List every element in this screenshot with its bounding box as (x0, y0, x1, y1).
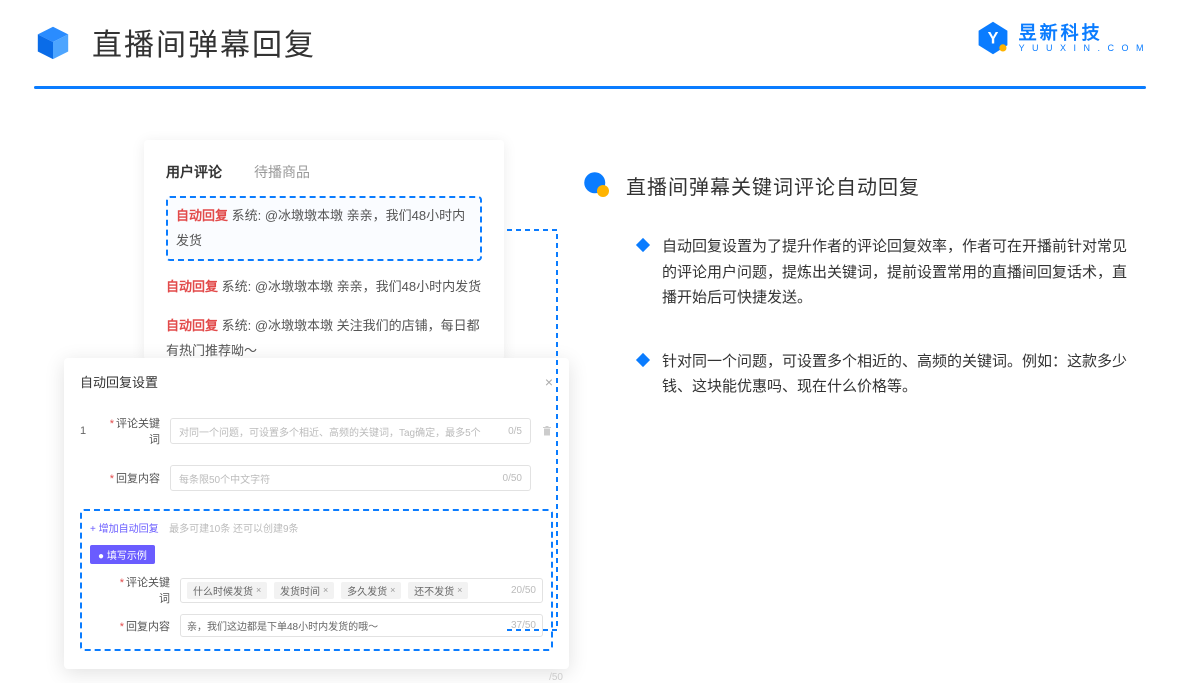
bullet-text-1: 自动回复设置为了提升作者的评论回复效率，作者可在开播前针对常见的评论用户问题，提… (662, 234, 1132, 311)
example-block: + 增加自动回复 最多可建10条 还可以创建9条 ● 填写示例 *评论关键词 什… (80, 509, 553, 651)
auto-reply-comment-highlighted: 自动回复 系统: @冰墩墩本墩 亲亲，我们48小时内发货 (166, 196, 482, 261)
auto-reply-comment: 自动回复 系统: @冰墩墩本墩 亲亲，我们48小时内发货 (166, 275, 482, 300)
row-index: 1 (80, 425, 94, 437)
example-reply-value: 亲，我们这边都是下单48小时内发货的哦～ (187, 618, 378, 633)
auto-reply-tag: 自动回复 (176, 208, 228, 223)
bullet-diamond-icon (636, 352, 650, 366)
brand-logo: Y 昱新科技 Y U U X I N . C O M (975, 20, 1146, 56)
logo-mark-icon: Y (975, 20, 1011, 56)
cube-icon (34, 23, 72, 61)
tab-user-comments[interactable]: 用户评论 (166, 162, 222, 182)
auto-reply-tag: 自动回复 (166, 318, 218, 333)
keyword-label: *评论关键词 (104, 415, 160, 447)
reply-label: *回复内容 (104, 470, 160, 486)
page-title: 直播间弹幕回复 (92, 20, 316, 64)
chat-bubble-icon (582, 170, 612, 200)
bullet-text-2: 针对同一个问题，可设置多个相近的、高频的关键词。例如：这款多少钱、这块能优惠吗、… (662, 349, 1132, 400)
panel-bottom-counter: /50 (549, 672, 563, 683)
dialog-title: 自动回复设置 (80, 372, 158, 391)
auto-reply-tag: 自动回复 (166, 279, 218, 294)
auto-reply-comment: 自动回复 系统: @冰墩墩本墩 关注我们的店铺，每日都有热门推荐呦～ (166, 314, 482, 363)
tab-pending-goods[interactable]: 待播商品 (254, 162, 310, 182)
reply-input[interactable]: 每条限50个中文字符 0/50 (170, 465, 531, 491)
keyword-input[interactable]: 对同一个问题，可设置多个相近、高频的关键词，Tag确定，最多5个 0/5 (170, 418, 531, 444)
example-reply-label: *回复内容 (114, 618, 170, 634)
logo-text-cn: 昱新科技 (1019, 24, 1146, 42)
comment-text: 系统: @冰墩墩本墩 亲亲，我们48小时内发货 (218, 279, 481, 294)
reply-placeholder: 每条限50个中文字符 (179, 471, 270, 486)
example-keyword-box: 什么时候发货 发货时间 多久发货 还不发货 20/50 (180, 578, 543, 603)
section-title: 直播间弹幕关键词评论自动回复 (626, 171, 920, 200)
keyword-tag[interactable]: 发货时间 (274, 582, 334, 599)
logo-text-en: Y U U X I N . C O M (1019, 44, 1146, 53)
auto-reply-settings-dialog: 自动回复设置 × 1 *评论关键词 对同一个问题，可设置多个相近、高频的关键词，… (64, 358, 569, 669)
svg-text:Y: Y (987, 29, 998, 47)
keyword-tag[interactable]: 还不发货 (408, 582, 468, 599)
header-divider (34, 86, 1146, 89)
keyword-placeholder: 对同一个问题，可设置多个相近、高频的关键词，Tag确定，最多5个 (179, 424, 481, 439)
keyword-tag[interactable]: 什么时候发货 (187, 582, 267, 599)
example-keyword-label: *评论关键词 (114, 574, 170, 606)
keyword-tag[interactable]: 多久发货 (341, 582, 401, 599)
add-limit-note: 最多可建10条 还可以创建9条 (169, 524, 298, 535)
connector-line (507, 210, 567, 650)
user-comments-panel: 用户评论 待播商品 自动回复 系统: @冰墩墩本墩 亲亲，我们48小时内发货 自… (144, 140, 504, 360)
example-pill: ● 填写示例 (90, 545, 155, 564)
add-auto-reply-link[interactable]: + 增加自动回复 (90, 524, 159, 535)
bullet-diamond-icon (636, 238, 650, 252)
example-reply-box: 亲，我们这边都是下单48小时内发货的哦～ 37/50 (180, 614, 543, 637)
